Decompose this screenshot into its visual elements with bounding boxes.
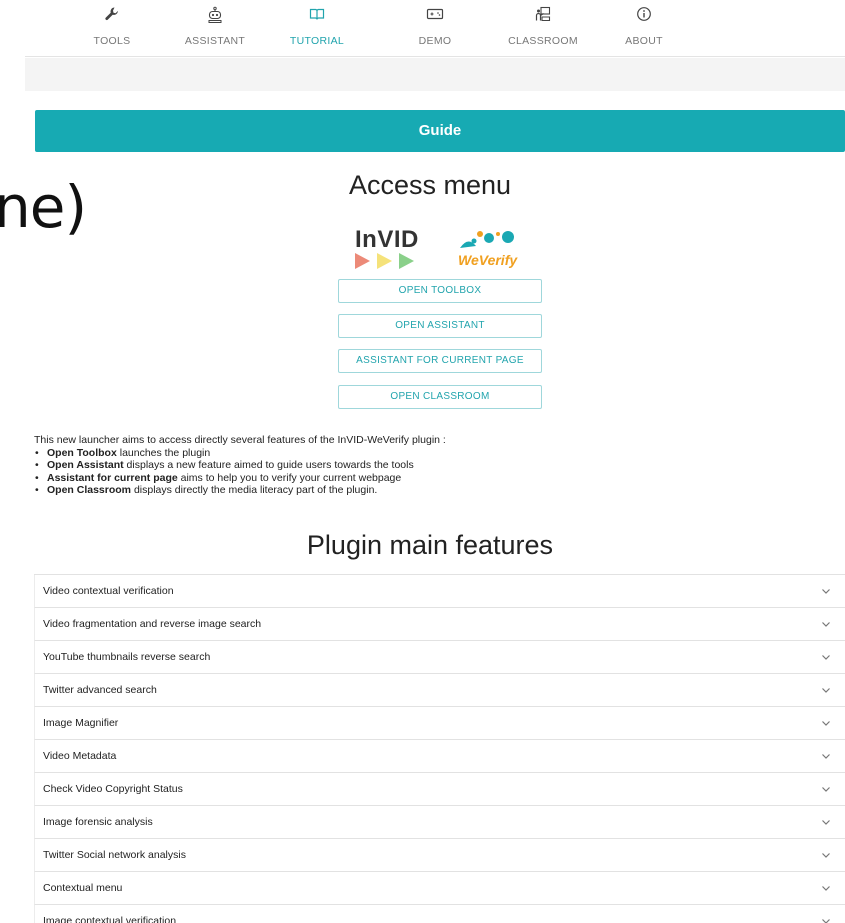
chevron-down-icon xyxy=(822,754,830,759)
launcher-description: This new launcher aims to access directl… xyxy=(34,434,446,446)
weverify-logo-text: WeVerify xyxy=(458,252,518,268)
accordion-item-youtube-thumbnails[interactable]: YouTube thumbnails reverse search xyxy=(34,641,845,674)
chevron-down-icon xyxy=(822,853,830,858)
accordion-item-label: Image contextual verification xyxy=(43,915,177,923)
accordion-item-label: Check Video Copyright Status xyxy=(43,783,183,795)
accordion-item-twitter-sna[interactable]: Twitter Social network analysis xyxy=(34,839,845,872)
tab-tools-label: TOOLS xyxy=(93,35,131,47)
chevron-down-icon xyxy=(822,820,830,825)
accordion-item-label: Video contextual verification xyxy=(43,585,174,597)
chevron-down-icon xyxy=(822,589,830,594)
chevron-down-icon xyxy=(822,622,830,627)
accordion-item-label: Image forensic analysis xyxy=(43,816,153,828)
accordion-item-image-contextual-verification[interactable]: Image contextual verification xyxy=(34,905,845,923)
accordion-item-video-contextual-verification[interactable]: Video contextual verification xyxy=(34,575,845,608)
list-item: Open Toolbox launches the plugin xyxy=(34,447,414,460)
features-accordion: Video contextual verification Video frag… xyxy=(34,574,845,923)
accordion-item-label: Twitter advanced search xyxy=(43,684,157,696)
tab-assistant[interactable]: ASSISTANT xyxy=(160,6,270,47)
tab-about[interactable]: ABOUT xyxy=(589,6,699,47)
open-classroom-button[interactable]: OPEN CLASSROOM xyxy=(338,385,542,409)
bullet-bold: Assistant for current page xyxy=(47,471,178,484)
accordion-item-image-forensic[interactable]: Image forensic analysis xyxy=(34,806,845,839)
accordion-item-video-fragmentation[interactable]: Video fragmentation and reverse image se… xyxy=(34,608,845,641)
accordion-item-label: Image Magnifier xyxy=(43,717,119,729)
accordion-item-label: Video Metadata xyxy=(43,750,117,762)
book-icon xyxy=(262,6,372,28)
plugin-features-title: Plugin main features xyxy=(306,530,554,560)
toolbar-band xyxy=(25,58,845,91)
bullet-text: displays a new feature aimed to guide us… xyxy=(123,459,414,472)
bullet-bold: Open Assistant xyxy=(47,459,124,472)
accordion-item-video-copyright[interactable]: Check Video Copyright Status xyxy=(34,773,845,806)
accordion-item-label: Video fragmentation and reverse image se… xyxy=(43,618,262,630)
bullet-text: aims to help you to verify your current … xyxy=(177,471,402,484)
chevron-down-icon xyxy=(822,721,830,726)
accordion-item-label: Contextual menu xyxy=(43,882,123,894)
weverify-logo: WeVerify xyxy=(458,226,528,274)
chevron-down-icon xyxy=(822,919,830,923)
accordion-item-twitter-advanced-search[interactable]: Twitter advanced search xyxy=(34,674,845,707)
chevron-down-icon xyxy=(822,787,830,792)
invid-logo-text: InVID xyxy=(355,226,419,253)
robot-icon xyxy=(160,6,270,28)
bullet-bold: Open Toolbox xyxy=(47,447,117,459)
logos: InVID WeVerify xyxy=(352,226,532,274)
assistant-current-page-button[interactable]: ASSISTANT FOR CURRENT PAGE xyxy=(338,349,542,373)
wrench-icon xyxy=(57,6,167,28)
tab-tutorial-label: TUTORIAL xyxy=(289,35,345,47)
tab-tools[interactable]: TOOLS xyxy=(57,6,167,47)
invid-triangle-green xyxy=(399,253,414,269)
tab-demo-label: DEMO xyxy=(418,35,452,47)
list-item: Open Assistant displays a new feature ai… xyxy=(34,459,414,472)
bullet-bold: Open Classroom xyxy=(47,483,132,496)
list-item: Assistant for current page aims to help … xyxy=(34,471,414,485)
invid-triangle-red xyxy=(355,253,370,269)
bullet-text: launches the plugin xyxy=(116,447,211,459)
tab-demo[interactable]: DEMO xyxy=(380,6,490,47)
bullet-text: displays directly the media literacy par… xyxy=(131,483,378,496)
info-icon xyxy=(589,6,699,28)
accordion-item-contextual-menu[interactable]: Contextual menu xyxy=(34,872,845,905)
access-menu-title: Access menu xyxy=(348,170,512,200)
tab-tutorial[interactable]: TUTORIAL xyxy=(262,6,372,47)
accordion-item-image-magnifier[interactable]: Image Magnifier xyxy=(34,707,845,740)
chevron-down-icon xyxy=(822,655,830,660)
accordion-item-video-metadata[interactable]: Video Metadata xyxy=(34,740,845,773)
invid-triangle-yellow xyxy=(377,253,392,269)
feature-bullet-list: Open Toolbox launches the plugin Open As… xyxy=(34,447,414,496)
chevron-down-icon xyxy=(822,886,830,891)
open-assistant-button[interactable]: OPEN ASSISTANT xyxy=(338,314,542,338)
list-item: Open Classroom displays directly the med… xyxy=(34,483,414,497)
classroom-icon xyxy=(488,6,598,28)
tab-assistant-label: ASSISTANT xyxy=(184,35,246,47)
tab-classroom[interactable]: CLASSROOM xyxy=(488,6,598,47)
tab-about-label: ABOUT xyxy=(625,35,663,47)
weverify-dots-icon xyxy=(460,231,514,248)
gamepad-icon xyxy=(380,6,490,28)
open-toolbox-button[interactable]: OPEN TOOLBOX xyxy=(338,279,542,303)
chevron-down-icon xyxy=(822,688,830,693)
tab-classroom-label: CLASSROOM xyxy=(508,35,578,47)
background-window-text: ne) xyxy=(0,173,87,241)
top-navigation: TOOLS ASSISTANT TUTORIAL DEMO CLASSROOM … xyxy=(25,0,845,57)
accordion-item-label: YouTube thumbnails reverse search xyxy=(43,651,211,663)
guide-header[interactable]: Guide xyxy=(35,110,845,152)
accordion-item-label: Twitter Social network analysis xyxy=(43,849,186,861)
